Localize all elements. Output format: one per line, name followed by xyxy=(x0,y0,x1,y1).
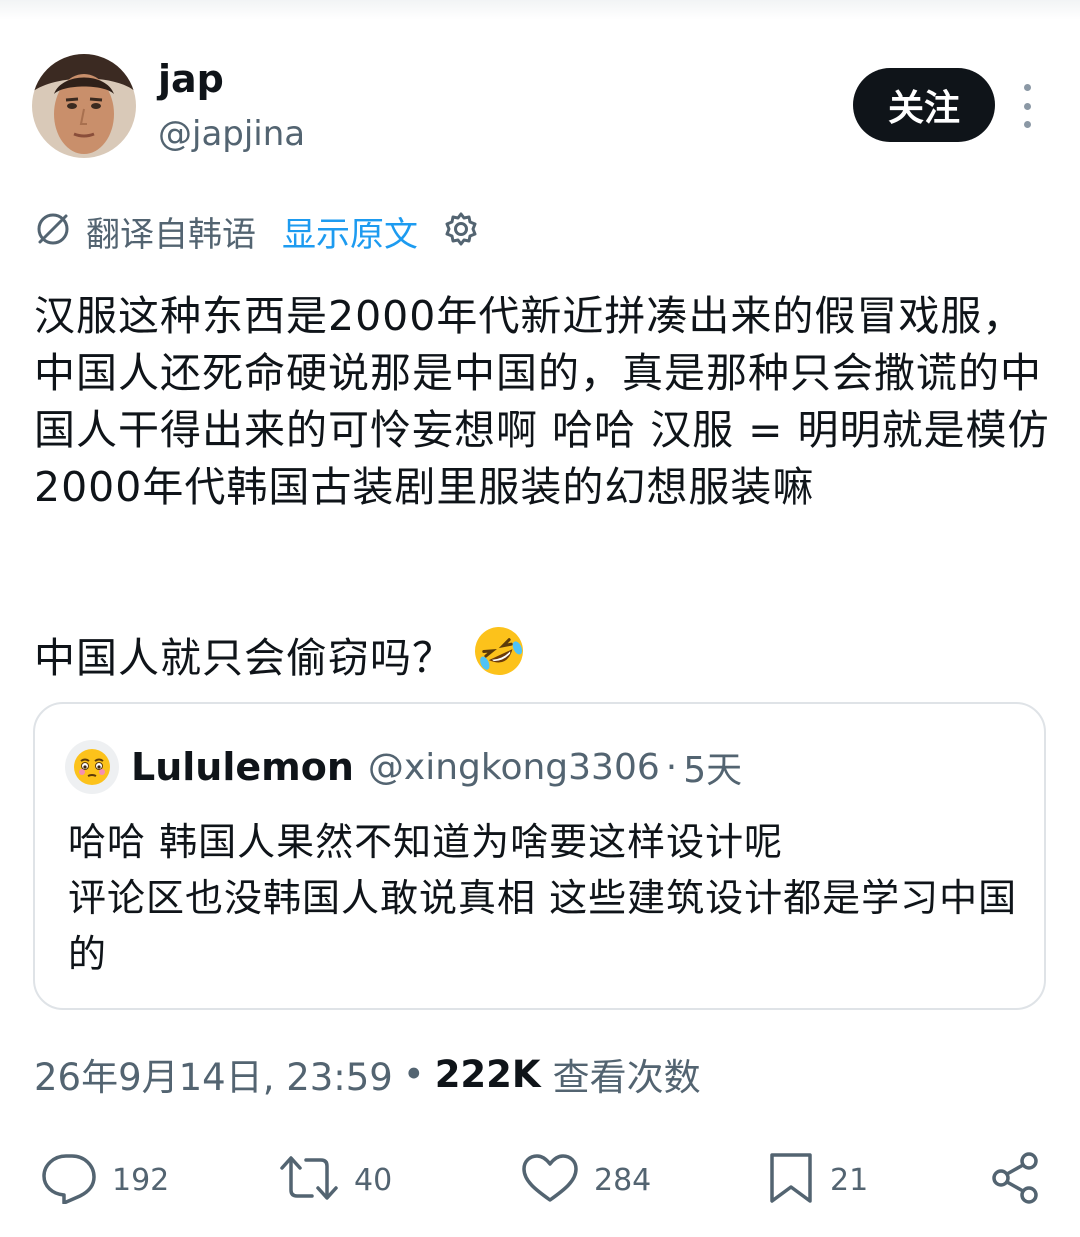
quoted-separator: · xyxy=(665,746,678,788)
bookmark-count: 21 xyxy=(830,1162,869,1198)
reply-count: 192 xyxy=(112,1162,170,1198)
views-count: 222K xyxy=(434,1052,541,1096)
quoted-text-line2: 评论区也没韩国人敢说真相 这些建筑设计都是学习中国的 xyxy=(68,876,1018,976)
quoted-tweet-card[interactable]: Lululemon @xingkong3306 · 5天 哈哈 韩国人果然不知道… xyxy=(33,702,1046,1010)
retweet-count: 40 xyxy=(354,1162,393,1198)
like-button[interactable]: 284 xyxy=(520,1150,651,1210)
quoted-header: Lululemon @xingkong3306 · 5天 xyxy=(131,740,742,794)
rofl-emoji-icon xyxy=(472,624,526,693)
more-options-icon[interactable] xyxy=(1012,84,1042,128)
translation-label: 翻译自韩语 xyxy=(86,214,256,255)
quoted-text-line1: 哈哈 韩国人果然不知道为啥要这样设计呢 xyxy=(68,820,784,864)
retweet-icon xyxy=(278,1152,340,1208)
author-avatar[interactable] xyxy=(32,54,136,158)
share-button[interactable] xyxy=(988,1150,1044,1210)
tweet-text-line2: 中国人就只会偷窃吗？ xyxy=(34,624,1054,693)
bookmark-button[interactable]: 21 xyxy=(766,1150,868,1210)
quoted-author-avatar[interactable] xyxy=(65,740,119,794)
author-display-name[interactable]: jap xyxy=(158,56,224,102)
share-icon xyxy=(988,1150,1044,1210)
heart-icon xyxy=(520,1152,580,1208)
translation-row: 翻译自韩语 显示原文 xyxy=(34,206,480,256)
reply-icon xyxy=(40,1152,98,1208)
quoted-text: 哈哈 韩国人果然不知道为啥要这样设计呢 评论区也没韩国人敢说真相 这些建筑设计都… xyxy=(68,814,1018,982)
follow-button[interactable]: 关注 xyxy=(853,68,995,142)
translate-icon xyxy=(34,210,72,252)
tweet-timestamp[interactable]: 26年9月14日, 23:59 xyxy=(34,1047,393,1101)
retweet-button[interactable]: 40 xyxy=(278,1150,392,1210)
quoted-display-name: Lululemon xyxy=(131,745,354,789)
quoted-timestamp: 5天 xyxy=(683,750,743,791)
views-label[interactable]: 查看次数 xyxy=(553,1047,701,1101)
meta-separator: • xyxy=(402,1052,425,1096)
bookmark-icon xyxy=(766,1151,816,1209)
like-count: 284 xyxy=(594,1162,652,1198)
tweet-text: 汉服这种东西是2000年代新近拼凑出来的假冒戏服，中国人还死命硬说那是中国的，真… xyxy=(34,292,1050,511)
top-fade xyxy=(0,0,1080,20)
gear-icon[interactable] xyxy=(442,210,480,252)
tweet-text-2: 中国人就只会偷窃吗？ xyxy=(34,634,454,682)
reply-button[interactable]: 192 xyxy=(40,1150,169,1210)
author-handle[interactable]: @japjina xyxy=(158,112,305,156)
show-original-link[interactable]: 显示原文 xyxy=(282,207,418,256)
quoted-handle: @xingkong3306 xyxy=(367,746,660,788)
tweet-meta: 26年9月14日, 23:59 • 222K 查看次数 xyxy=(34,1046,701,1102)
